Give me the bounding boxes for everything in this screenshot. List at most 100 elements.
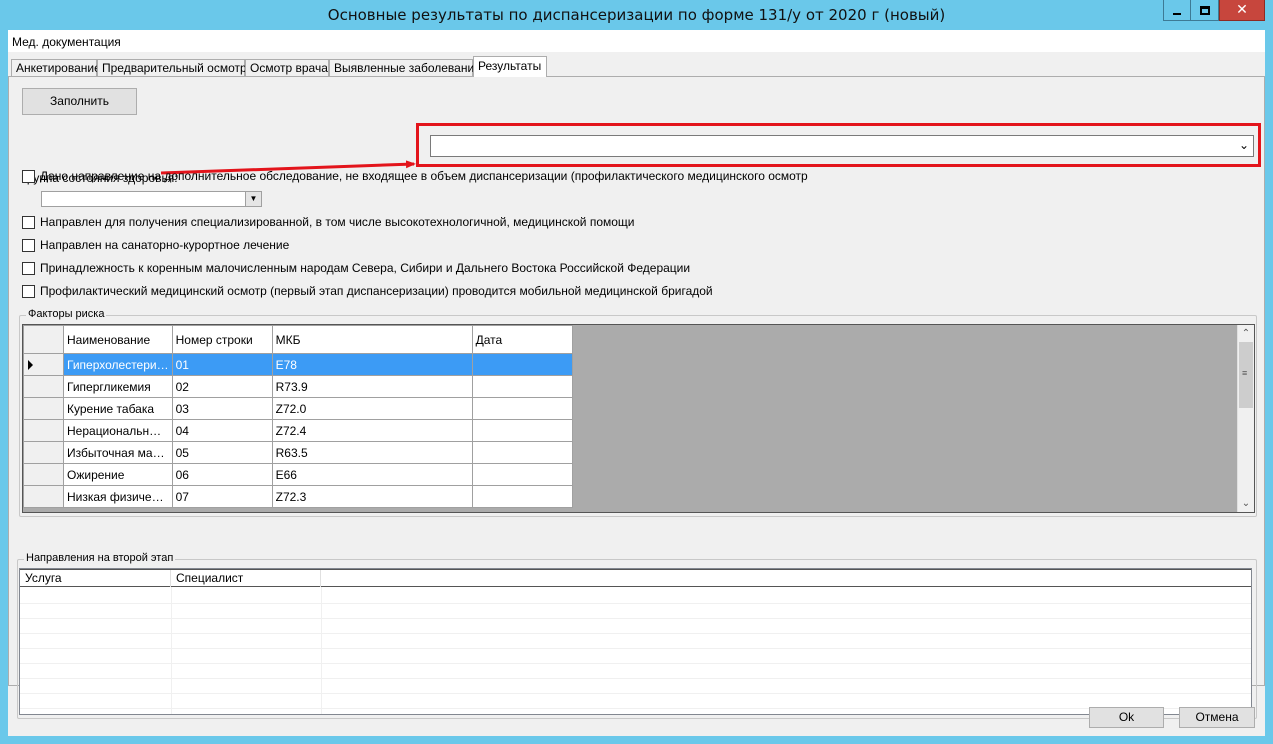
grid-line (20, 603, 1251, 604)
cell-name[interactable]: Низкая физиче… (63, 485, 173, 508)
cell-name[interactable]: Избыточная ма… (63, 441, 173, 464)
cell-mkb[interactable]: R73.9 (271, 375, 473, 398)
tab-strip: Анкетирование Предварительный осмотр Осм… (8, 56, 1265, 77)
fill-button[interactable]: Заполнить (22, 88, 137, 115)
risk-factors-title: Факторы риска (26, 308, 107, 320)
highlight-box (416, 123, 1261, 167)
cell-date[interactable] (471, 441, 573, 464)
cell-mkb[interactable]: E66 (271, 463, 473, 486)
row-header[interactable] (23, 419, 64, 442)
grid-corner (23, 325, 64, 354)
row-header[interactable] (23, 353, 64, 376)
grid-line (20, 678, 1251, 679)
table-row[interactable]: Гиперхолестери… 01 E78 (23, 353, 573, 376)
cell-name[interactable]: Ожирение (63, 463, 173, 486)
title-bar: Основные результаты по диспансеризации п… (0, 0, 1273, 30)
cell-date[interactable] (471, 419, 573, 442)
column-header-service[interactable]: Услуга (20, 570, 171, 587)
cell-mkb[interactable]: E78 (271, 353, 473, 376)
tab-doctor-exam[interactable]: Осмотр врача (245, 59, 329, 76)
cell-date[interactable] (471, 463, 573, 486)
results-page: Заполнить Группа состояния здоровья: ⌄ Д… (8, 76, 1265, 719)
close-icon: ✕ (1236, 2, 1248, 18)
checkbox-row-specialized-care[interactable]: Направлен для получения специализированн… (22, 214, 635, 230)
row-header[interactable] (23, 485, 64, 508)
checkbox-row-sanatorium[interactable]: Направлен на санаторно-курортное лечение (22, 237, 289, 253)
tab-preliminary-exam[interactable]: Предварительный осмотр (97, 59, 247, 76)
cell-date[interactable] (471, 353, 573, 376)
cell-name[interactable]: Курение табака (63, 397, 173, 420)
cell-row-number[interactable]: 06 (171, 463, 273, 486)
ok-button[interactable]: Ok (1089, 707, 1164, 728)
checkbox-additional-exam[interactable] (22, 169, 35, 183)
tab-diseases[interactable]: Выявленные заболевания (329, 59, 481, 76)
table-row[interactable]: Избыточная ма… 05 R63.5 (23, 441, 573, 464)
row-header[interactable] (23, 441, 64, 464)
checkbox-label: Направлен для получения специализированн… (40, 215, 635, 229)
risk-factors-table: Наименование Номер строки МКБ Дата Гипер… (23, 325, 573, 508)
table-row[interactable]: Низкая физиче… 07 Z72.3 (23, 485, 573, 508)
checkbox-sanatorium[interactable] (22, 238, 35, 252)
checkbox-row-mobile-team[interactable]: Профилактический медицинский осмотр (пер… (22, 283, 713, 299)
grid-line (20, 633, 1251, 634)
risk-factors-grid: Наименование Номер строки МКБ Дата Гипер… (22, 324, 1255, 513)
table-row[interactable]: Курение табака 03 Z72.0 (23, 397, 573, 420)
cell-mkb[interactable]: Z72.0 (271, 397, 473, 420)
table-row[interactable]: Ожирение 06 E66 (23, 463, 573, 486)
minimize-icon (1173, 13, 1181, 15)
menu-bar: Мед. документация (8, 30, 1265, 52)
grid-line (20, 648, 1251, 649)
cell-row-number[interactable]: 05 (171, 441, 273, 464)
checkbox-row-additional-exam[interactable]: Дано направление на дополнительное обсле… (22, 168, 808, 184)
column-header-name[interactable]: Наименование (63, 325, 173, 354)
second-stage-grid: Услуга Специалист (19, 568, 1252, 715)
cell-date[interactable] (471, 397, 573, 420)
cell-mkb[interactable]: R63.5 (271, 441, 473, 464)
grid-line (20, 708, 1251, 709)
grip-icon: ≡ (1242, 368, 1248, 378)
window-client: Мед. документация Анкетирование Предвари… (8, 30, 1265, 736)
cancel-button[interactable]: Отмена (1179, 707, 1255, 728)
scroll-down-icon[interactable]: ⌄ (1238, 495, 1254, 512)
table-row[interactable]: Гипергликемия 02 R73.9 (23, 375, 573, 398)
maximize-icon (1199, 5, 1210, 15)
cell-date[interactable] (471, 375, 573, 398)
cell-mkb[interactable]: Z72.3 (271, 485, 473, 508)
minimize-button[interactable] (1163, 0, 1191, 21)
cell-row-number[interactable]: 07 (171, 485, 273, 508)
grid-line (321, 587, 322, 714)
cell-date[interactable] (471, 485, 573, 508)
checkbox-row-indigenous[interactable]: Принадлежность к коренным малочисленным … (22, 260, 690, 276)
scroll-up-icon[interactable]: ⌃ (1238, 325, 1254, 342)
dropdown-arrow-icon: ▼ (245, 192, 261, 206)
cell-row-number[interactable]: 03 (171, 397, 273, 420)
row-header[interactable] (23, 463, 64, 486)
cell-row-number[interactable]: 02 (171, 375, 273, 398)
cell-row-number[interactable]: 04 (171, 419, 273, 442)
column-header-mkb[interactable]: МКБ (271, 325, 473, 354)
cell-mkb[interactable]: Z72.4 (271, 419, 473, 442)
tab-questionnaire[interactable]: Анкетирование (11, 59, 101, 76)
additional-exam-combo[interactable]: ▼ (41, 191, 262, 207)
tab-results[interactable]: Результаты (473, 56, 547, 77)
table-header: Наименование Номер строки МКБ Дата (23, 325, 573, 354)
close-button[interactable]: ✕ (1219, 0, 1265, 21)
cell-row-number[interactable]: 01 (171, 353, 273, 376)
column-header-row-number[interactable]: Номер строки (171, 325, 273, 354)
menu-item-med-docs[interactable]: Мед. документация (12, 35, 121, 49)
column-header-date[interactable]: Дата (471, 325, 573, 354)
column-header-specialist[interactable]: Специалист (171, 570, 321, 587)
row-header[interactable] (23, 375, 64, 398)
checkbox-indigenous[interactable] (22, 261, 35, 275)
maximize-button[interactable] (1190, 0, 1219, 21)
checkbox-label: Дано направление на дополнительное обсле… (40, 169, 808, 183)
table-row[interactable]: Нерациональн… 04 Z72.4 (23, 419, 573, 442)
vertical-scrollbar[interactable]: ⌃ ≡ ⌄ (1237, 325, 1254, 512)
cell-name[interactable]: Гипергликемия (63, 375, 173, 398)
cell-name[interactable]: Гиперхолестери… (63, 353, 173, 376)
row-header[interactable] (23, 397, 64, 420)
checkbox-mobile-team[interactable] (22, 284, 35, 298)
scroll-thumb[interactable]: ≡ (1239, 342, 1253, 408)
cell-name[interactable]: Нерациональн… (63, 419, 173, 442)
checkbox-specialized-care[interactable] (22, 215, 35, 229)
